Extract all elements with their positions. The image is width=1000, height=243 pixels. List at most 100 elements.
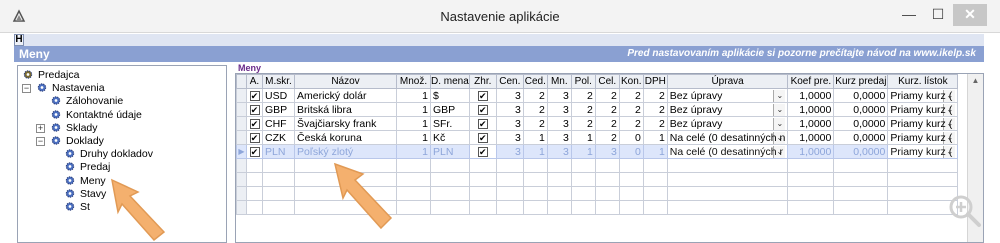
cell-kurz[interactable]: 0,0000 (833, 102, 889, 117)
tree-expander-icon[interactable]: − (36, 137, 45, 146)
cell-ced[interactable]: 1 (522, 130, 548, 145)
cell-ced[interactable]: 1 (522, 144, 548, 159)
active-checkbox[interactable]: ✔ (246, 116, 263, 131)
table-row[interactable]: ✔ CZK Česká koruna 1 Kč ✔ 3 1 3 1 2 0 1 ⌄ Na celé (0 d… (236, 130, 959, 145)
column-header[interactable]: Koef pre. (787, 74, 835, 89)
cell-code[interactable]: USD (262, 88, 295, 103)
cell-code[interactable]: CZK (262, 130, 295, 145)
active-checkbox[interactable]: ✔ (246, 102, 263, 117)
table-row[interactable]: ▶ ✔ PLN Poľský zlotý 1 PLN ✔ 3 1 3 1 3 0 1 ⌄ Na celé (0… (236, 144, 959, 159)
tree-item[interactable]: Zálohovanie (50, 95, 123, 108)
chevron-down-icon[interactable]: ⌄ (773, 117, 786, 130)
cell-qty[interactable]: 1 (396, 88, 431, 103)
column-header[interactable]: M.skr. (262, 74, 295, 89)
checkbox[interactable]: ✔ (249, 104, 260, 115)
column-header[interactable]: Cen. (495, 74, 524, 89)
cell-dph[interactable]: 1 (642, 130, 668, 145)
column-header[interactable]: Cel. (594, 74, 620, 89)
cell-name[interactable]: Česká koruna (294, 130, 397, 145)
checkbox[interactable]: ✔ (477, 132, 488, 143)
checkbox[interactable]: ✔ (477, 118, 488, 129)
table-row[interactable]: ✔ CHF Švajčiarsky frank 1 SFr. ✔ 3 2 3 2 2 2 2 ⌄ Bez ú… (236, 116, 959, 131)
cell-mn[interactable]: 3 (546, 88, 572, 103)
scroll-up-icon[interactable]: ▲ (968, 74, 983, 88)
cell-koef[interactable]: 1,0000 (787, 116, 835, 131)
tree-item[interactable]: Stavy (64, 188, 106, 201)
tree-item[interactable]: Kontaktné údaje (50, 109, 142, 122)
row-selector[interactable] (236, 102, 247, 117)
cell-cel[interactable]: 3 (594, 144, 620, 159)
table-row[interactable]: ✔ USD Americký dolár 1 $ ✔ 3 2 3 2 2 2 2 ⌄ Bez úpravy 1… (236, 88, 959, 103)
tree-expander-icon[interactable]: − (22, 84, 31, 94)
tree-item[interactable]: Doklady (50, 135, 104, 148)
tree-item[interactable]: Predajca (22, 69, 79, 82)
tree-item[interactable]: St (64, 201, 90, 214)
column-header[interactable]: Pol. (570, 74, 596, 89)
checkbox[interactable]: ✔ (249, 146, 260, 157)
active-checkbox[interactable]: ✔ (246, 130, 263, 145)
cell-kurz[interactable]: 0,0000 (833, 116, 889, 131)
adjustment-select[interactable]: ⌄ Bez úpravy (666, 88, 789, 103)
cell-pol[interactable]: 2 (570, 102, 596, 117)
cell-kon[interactable]: 2 (618, 88, 644, 103)
cell-ced[interactable]: 2 (522, 102, 548, 117)
column-header[interactable]: DPH (642, 74, 668, 89)
row-selector[interactable] (236, 116, 247, 131)
tree-item[interactable]: Sklady (50, 122, 98, 135)
column-header[interactable]: Ced. (522, 74, 548, 89)
cell-koef[interactable]: 1,0000 (787, 102, 835, 117)
cell-mn[interactable]: 3 (546, 144, 572, 159)
cell-qty[interactable]: 1 (396, 116, 431, 131)
rate-list-select[interactable]: ⌄ Priamy kurz ( (887, 116, 959, 131)
cell-cel[interactable]: 2 (594, 102, 620, 117)
tree-item[interactable]: Druhy dokladov (64, 148, 153, 161)
cell-symbol[interactable]: GBP (430, 102, 470, 117)
tree-item[interactable]: Nastavenia (36, 82, 105, 95)
cell-cen[interactable]: 3 (495, 88, 524, 103)
cell-qty[interactable]: 1 (396, 130, 431, 145)
rounding-checkbox[interactable]: ✔ (468, 88, 497, 103)
cell-symbol[interactable]: $ (430, 88, 470, 103)
zoom-icon[interactable] (945, 191, 985, 231)
cell-name[interactable]: Americký dolár (294, 88, 397, 103)
cell-cen[interactable]: 3 (495, 102, 524, 117)
cell-kon[interactable]: 0 (618, 144, 644, 159)
column-header[interactable]: Úprava (666, 74, 789, 89)
column-header[interactable]: Kurz predaj (833, 74, 889, 89)
active-checkbox[interactable]: ✔ (246, 144, 263, 159)
column-header[interactable]: Množ. (396, 74, 431, 89)
cell-dph[interactable]: 1 (642, 144, 668, 159)
cell-cel[interactable]: 2 (594, 130, 620, 145)
rate-list-select[interactable]: ⌄ Priamy kurz ( (887, 144, 959, 159)
cell-code[interactable]: GBP (262, 102, 295, 117)
cell-ced[interactable]: 2 (522, 116, 548, 131)
cell-kon[interactable]: 0 (618, 130, 644, 145)
cell-name[interactable]: Poľský zlotý (294, 144, 397, 159)
cell-cen[interactable]: 3 (495, 144, 524, 159)
rate-list-select[interactable]: ⌄ Priamy kurz ( (887, 88, 959, 103)
cell-koef[interactable]: 1,0000 (787, 144, 835, 159)
cell-pol[interactable]: 2 (570, 88, 596, 103)
column-header[interactable]: Názov (294, 74, 397, 89)
column-header[interactable]: D. mena (430, 74, 470, 89)
cell-cel[interactable]: 2 (594, 116, 620, 131)
checkbox[interactable]: ✔ (249, 90, 260, 101)
rounding-checkbox[interactable]: ✔ (468, 116, 497, 131)
cell-dph[interactable]: 2 (642, 116, 668, 131)
column-header[interactable]: Zhr. (468, 74, 497, 89)
cell-cen[interactable]: 3 (495, 130, 524, 145)
checkbox[interactable]: ✔ (477, 146, 488, 157)
minimize-button[interactable]: — (896, 4, 922, 26)
row-selector[interactable]: ▶ (236, 144, 247, 159)
chevron-down-icon[interactable]: ⌄ (773, 103, 786, 116)
adjustment-select[interactable]: ⌄ Na celé (0 desatinných n (666, 130, 789, 145)
cell-pol[interactable]: 2 (570, 116, 596, 131)
cell-name[interactable]: Švajčiarsky frank (294, 116, 397, 131)
row-selector[interactable] (236, 130, 247, 145)
cell-mn[interactable]: 3 (546, 116, 572, 131)
column-header[interactable]: Kurz. lístok (887, 74, 959, 89)
cell-kurz[interactable]: 0,0000 (833, 144, 889, 159)
table-row[interactable]: ✔ GBP Britská libra 1 GBP ✔ 3 2 3 2 2 2 2 ⌄ Bez úpravy… (236, 102, 959, 117)
adjustment-select[interactable]: ⌄ Bez úpravy (666, 116, 789, 131)
rate-list-select[interactable]: ⌄ Priamy kurz ( (887, 130, 959, 145)
